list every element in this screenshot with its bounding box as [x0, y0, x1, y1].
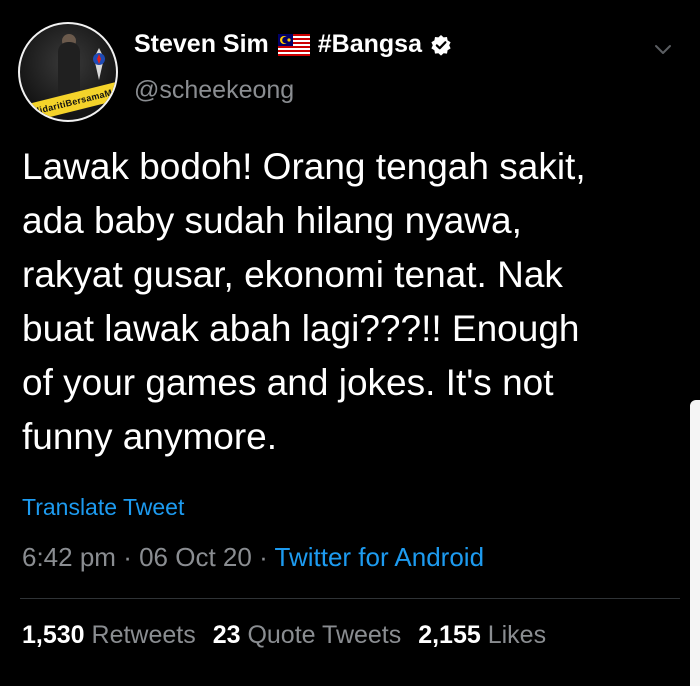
retweets-label: Retweets — [91, 621, 196, 649]
quote-tweets-stat[interactable]: 23 Quote Tweets — [213, 621, 402, 649]
chevron-down-icon[interactable] — [652, 38, 674, 60]
tweet-text: Lawak bodoh! Orang tengah sakit, ada bab… — [22, 146, 586, 457]
meta-separator: · — [123, 542, 132, 572]
party-logo-icon — [93, 48, 105, 80]
likes-label: Likes — [487, 621, 547, 649]
tweet-meta: 6:42 pm · 06 Oct 20 · Twitter for Androi… — [22, 542, 484, 573]
divider — [20, 598, 680, 599]
author-name-suffix: #Bangsa — [317, 30, 422, 58]
likes-count: 2,155 — [418, 621, 481, 649]
quotes-count: 23 — [212, 621, 241, 649]
retweets-count: 1,530 — [22, 621, 85, 649]
likes-stat[interactable]: 2,155 Likes — [418, 621, 546, 649]
avatar-figure — [58, 42, 80, 94]
author-name-row[interactable]: Steven Sim #Bangsa — [134, 30, 452, 59]
page-edge — [690, 400, 700, 686]
engagement-stats: 1,530 Retweets 23 Quote Tweets 2,155 Lik… — [22, 621, 546, 650]
tweet-date[interactable]: 06 Oct 20 — [139, 542, 252, 572]
author-handle[interactable]: @scheekeong — [134, 76, 294, 105]
verified-badge-icon — [431, 34, 451, 56]
translate-tweet-link[interactable]: Translate Tweet — [22, 494, 184, 521]
meta-separator: · — [259, 542, 268, 572]
tweet-detail: #SolidaritiBersamaMu Steven Sim #Bangsa … — [0, 0, 700, 686]
retweets-stat[interactable]: 1,530 Retweets — [22, 621, 196, 649]
author-display-name: Steven Sim — [134, 30, 269, 58]
tweet-source-link[interactable]: Twitter for Android — [275, 542, 485, 572]
malaysia-flag-icon — [277, 33, 310, 56]
tweet-time[interactable]: 6:42 pm — [22, 542, 116, 572]
quotes-label: Quote Tweets — [247, 621, 402, 649]
avatar[interactable]: #SolidaritiBersamaMu — [18, 22, 118, 122]
